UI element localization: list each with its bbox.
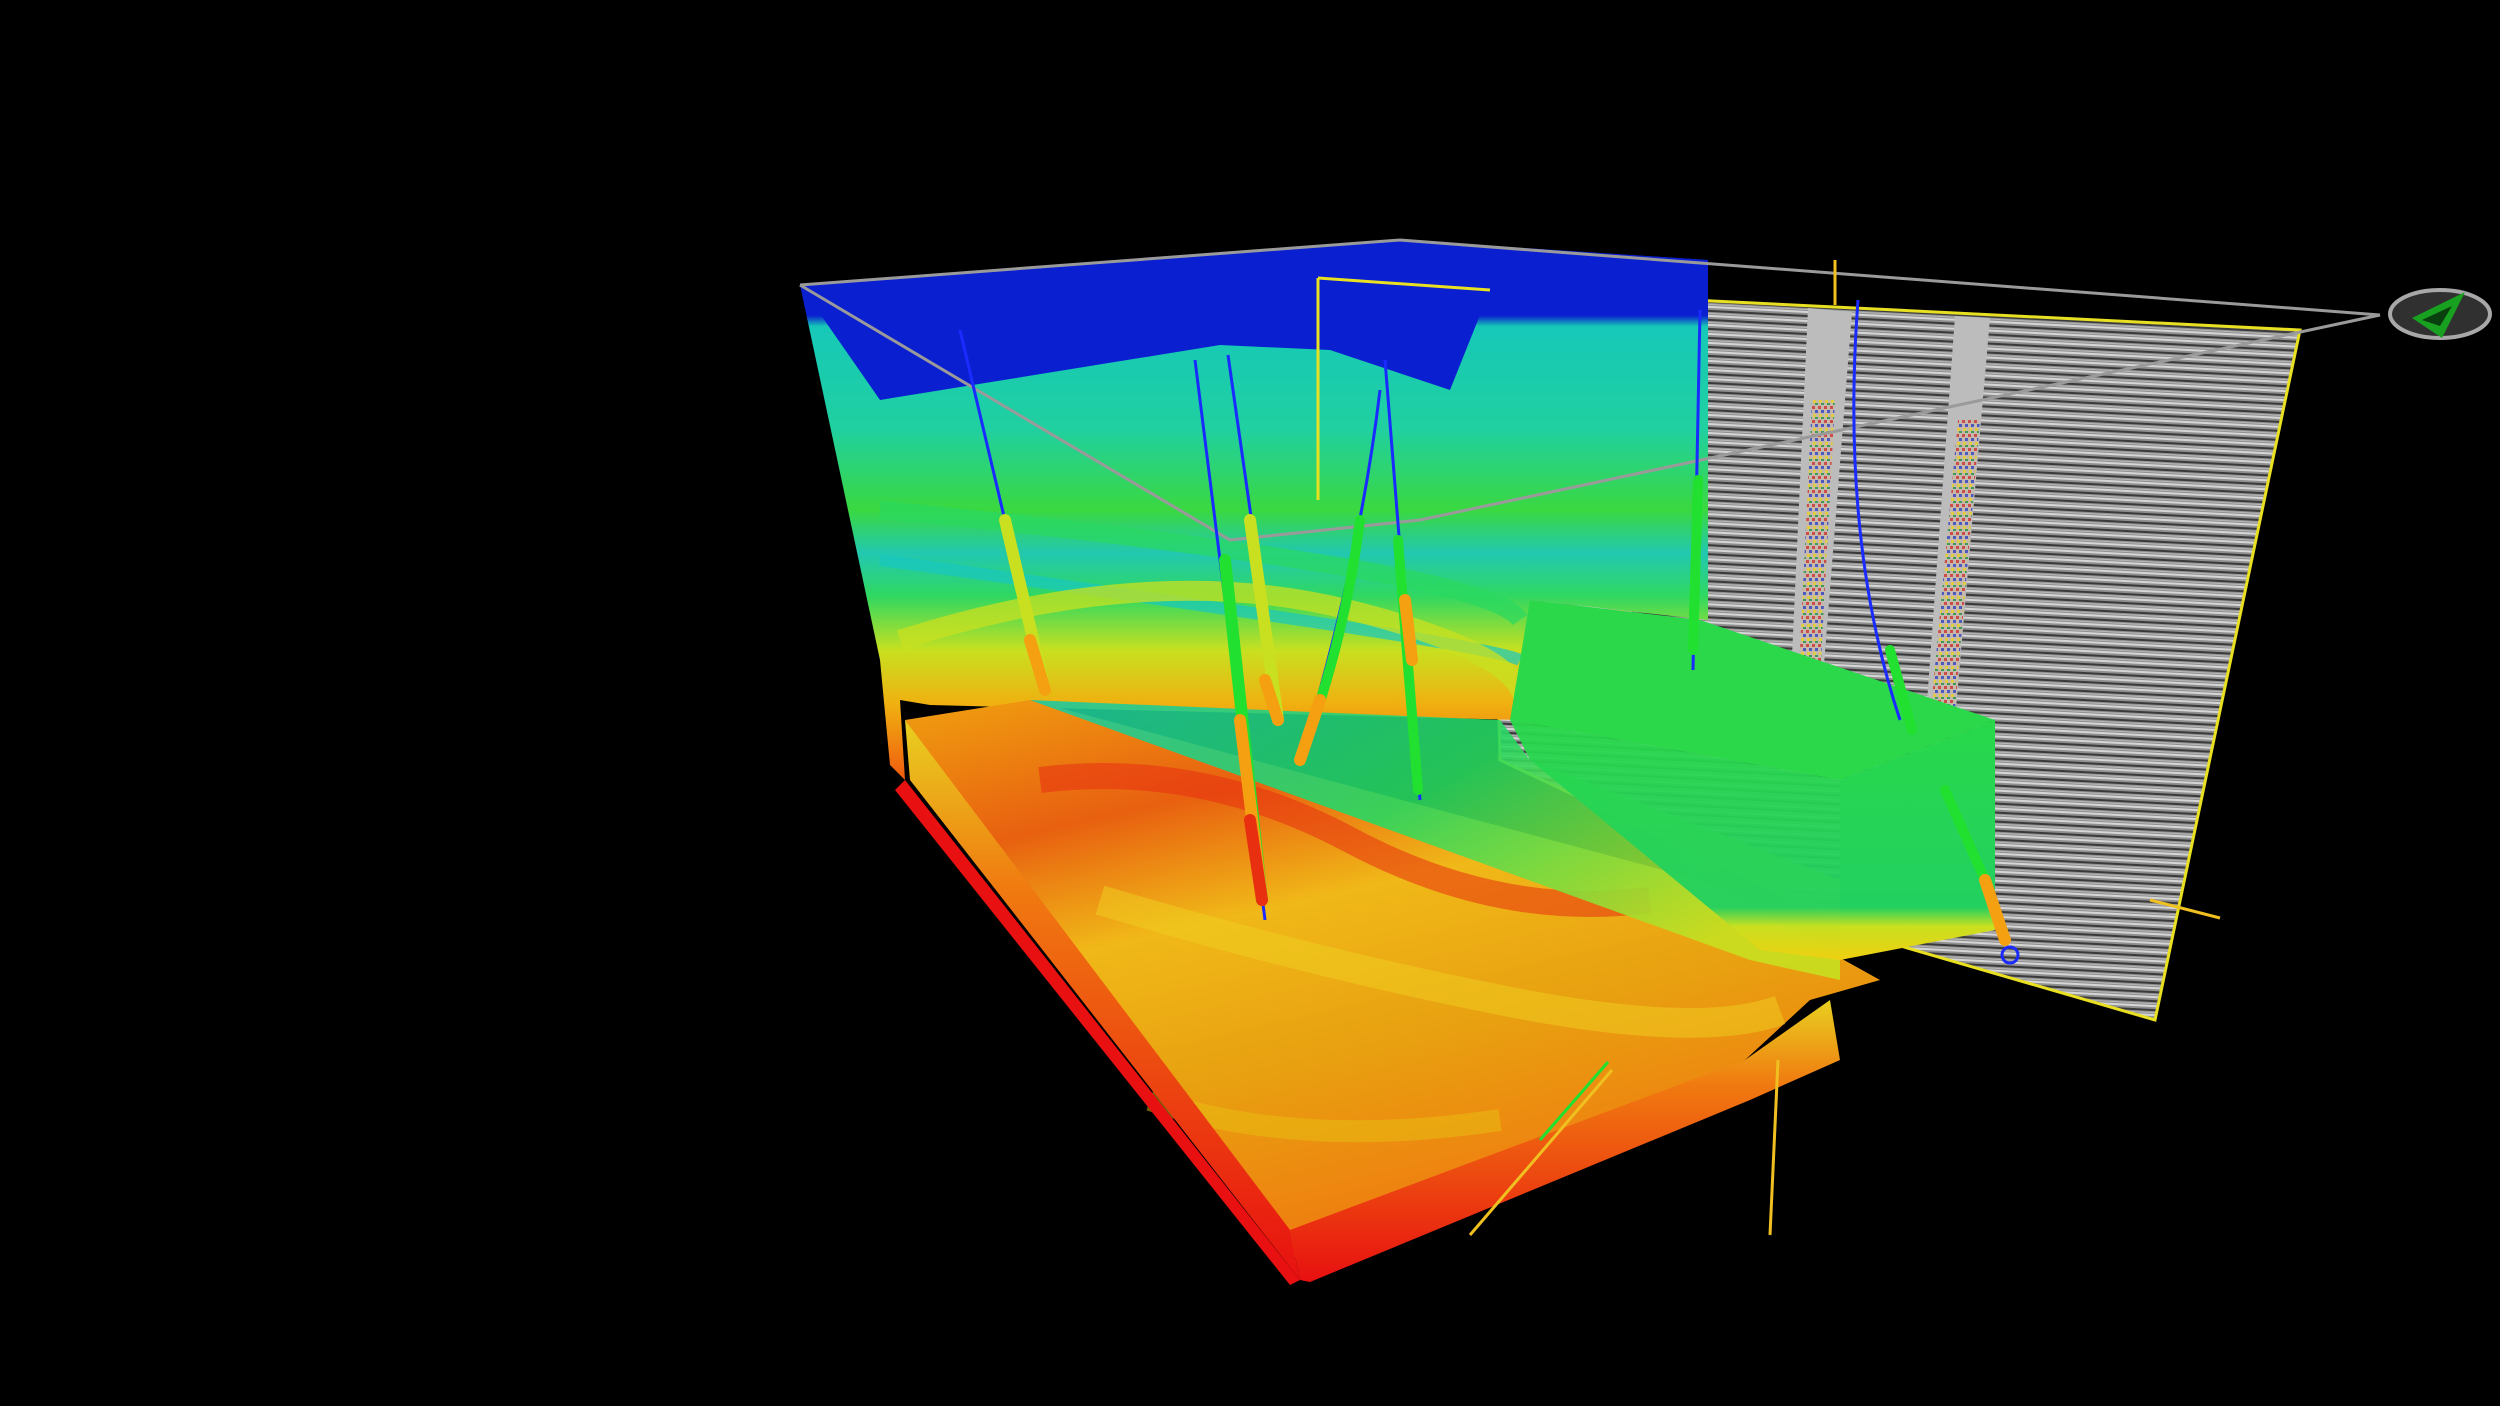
- 3d-viewport[interactable]: [0, 0, 2500, 1406]
- north-arrow-compass-icon[interactable]: [2388, 288, 2492, 340]
- 3d-scene[interactable]: [0, 0, 2500, 1406]
